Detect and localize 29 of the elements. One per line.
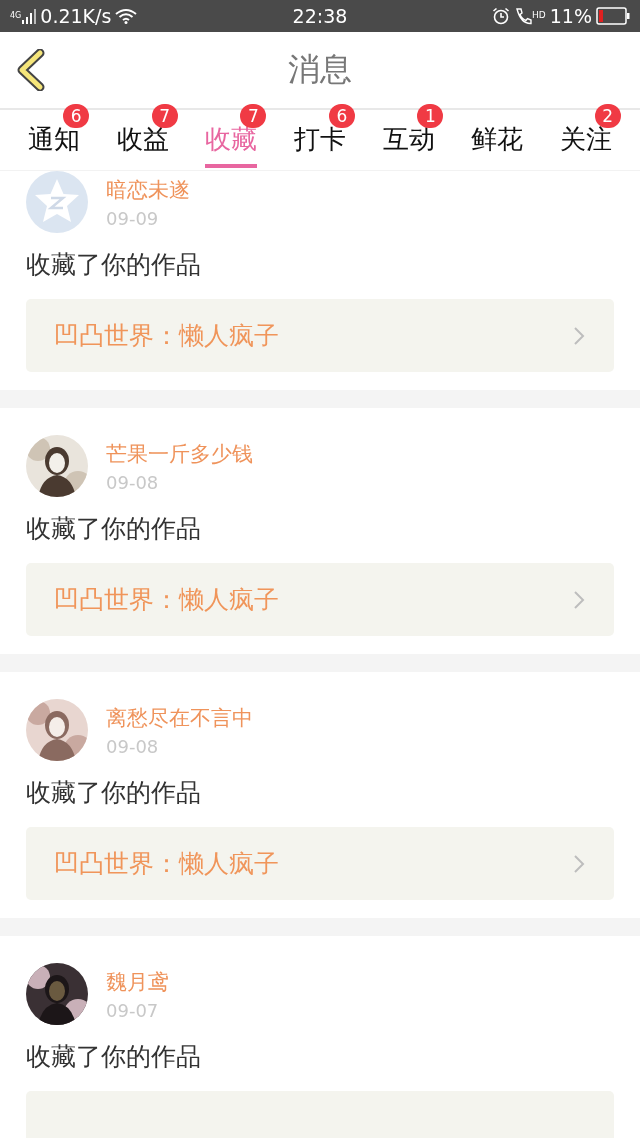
message-text: 收藏了你的作品 bbox=[26, 777, 202, 809]
chevron-right-icon bbox=[572, 588, 586, 611]
work-link[interactable]: 凹凸世界：懒人疯子 bbox=[26, 563, 614, 636]
battery-percent: 11% bbox=[549, 5, 592, 27]
user-name[interactable]: 芒果一斤多少钱 bbox=[106, 439, 253, 468]
count-badge: 1 bbox=[417, 104, 444, 128]
work-link[interactable]: 凹凸世界：懒人疯子 bbox=[26, 827, 614, 900]
phone-icon bbox=[514, 7, 535, 25]
hd-label: HD bbox=[532, 10, 546, 20]
clock: 22:38 bbox=[292, 5, 348, 27]
network-speed: 0.21K/s bbox=[40, 5, 112, 27]
alarm-icon bbox=[492, 7, 511, 25]
count-badge: 7 bbox=[151, 104, 178, 128]
message-text: 收藏了你的作品 bbox=[26, 249, 202, 281]
signal-icon bbox=[22, 8, 37, 24]
message-text: 收藏了你的作品 bbox=[26, 513, 202, 545]
work-link[interactable]: 凹凸世界：懒人疯子 bbox=[26, 299, 614, 372]
user-name[interactable]: 魏月鸢 bbox=[106, 967, 169, 996]
wifi-icon bbox=[115, 8, 138, 24]
battery-icon bbox=[596, 7, 630, 25]
user-name[interactable]: 离愁尽在不言中 bbox=[106, 703, 253, 732]
chevron-right-icon bbox=[572, 324, 586, 347]
tab[interactable]: 鲜花 bbox=[471, 110, 524, 168]
user-name[interactable]: 暗恋未遂 bbox=[106, 175, 190, 204]
chevron-right-icon bbox=[572, 852, 586, 875]
message-text: 收藏了你的作品 bbox=[26, 1041, 202, 1073]
page-title: 消息 bbox=[288, 49, 352, 90]
count-badge: 6 bbox=[63, 104, 90, 128]
network-label: 4G bbox=[10, 11, 22, 20]
